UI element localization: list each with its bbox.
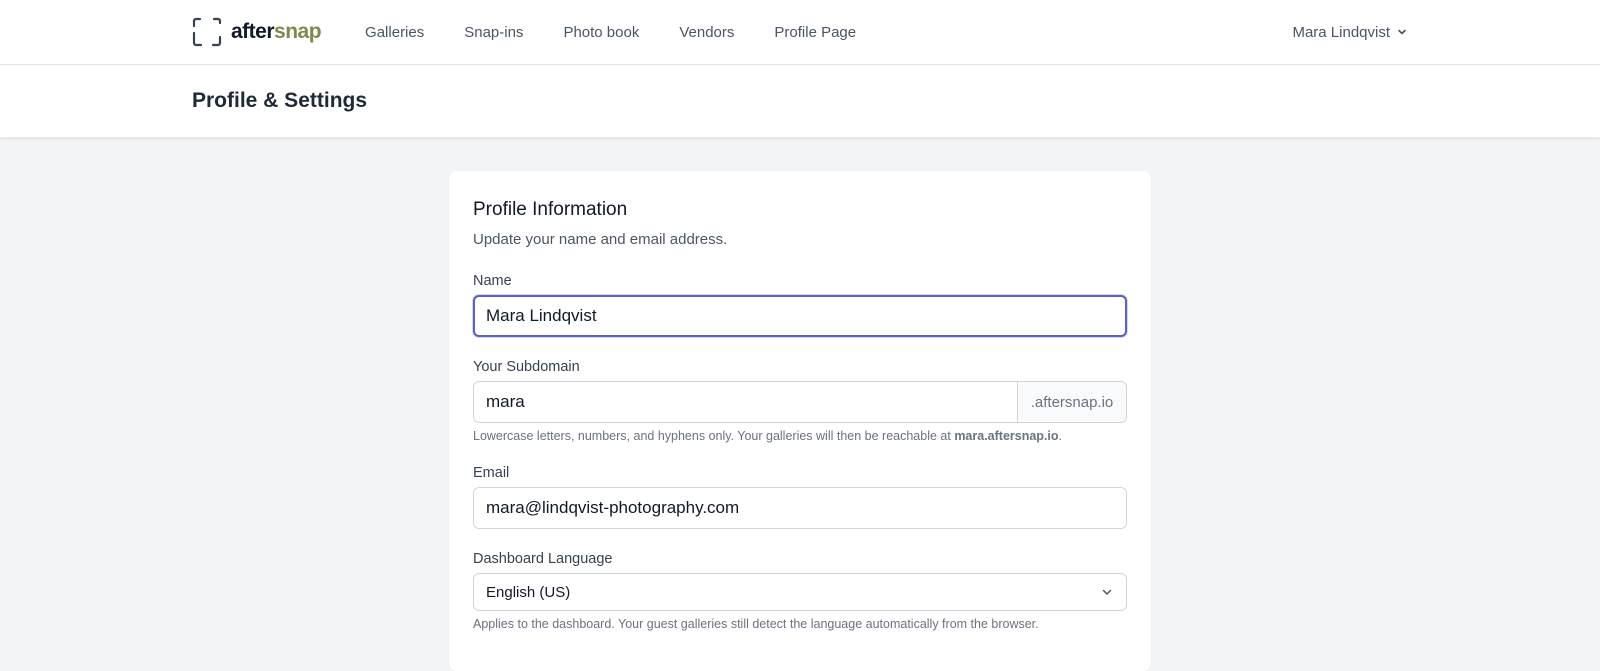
nav-link-vendors[interactable]: Vendors	[679, 24, 734, 41]
brand-logo[interactable]: aftersnap	[192, 17, 322, 47]
page-title: Profile & Settings	[192, 89, 368, 112]
name-label: Name	[473, 273, 512, 289]
language-select[interactable]: English (US)	[473, 573, 1127, 611]
nav-link-galleries[interactable]: Galleries	[365, 24, 424, 41]
nav-link-photo-book[interactable]: Photo book	[563, 24, 639, 41]
subdomain-help-domain: mara.aftersnap.io	[954, 429, 1059, 443]
subdomain-input-group: mara .aftersnap.io	[473, 381, 1127, 423]
name-input[interactable]: Mara Lindqvist	[473, 295, 1127, 337]
section-title: Profile Information	[473, 199, 628, 220]
name-field-group: Name Mara Lindqvist	[473, 273, 1127, 337]
email-label: Email	[473, 465, 510, 481]
brand-name: aftersnap	[231, 20, 322, 43]
subdomain-input-value: mara	[486, 392, 525, 411]
profile-information-card: Profile Information Update your name and…	[449, 171, 1151, 671]
user-name: Mara Lindqvist	[1292, 23, 1390, 41]
email-input[interactable]: mara@lindqvist-photography.com	[473, 487, 1127, 529]
subdomain-field-group: Your Subdomain mara .aftersnap.io Lowerc…	[473, 359, 1127, 443]
nav-link-snap-ins[interactable]: Snap-ins	[464, 24, 523, 41]
subdomain-suffix: .aftersnap.io	[1018, 381, 1127, 423]
language-label: Dashboard Language	[473, 551, 613, 567]
user-menu-button[interactable]: Mara Lindqvist	[1292, 24, 1408, 41]
subdomain-label: Your Subdomain	[473, 359, 580, 375]
chevron-down-icon	[1102, 589, 1112, 595]
name-input-value: Mara Lindqvist	[486, 306, 597, 325]
section-description: Update your name and email address.	[473, 231, 728, 248]
viewfinder-icon	[192, 17, 222, 47]
language-select-value: English (US)	[486, 583, 571, 601]
subdomain-help-text: Lowercase letters, numbers, and hyphens …	[473, 429, 1063, 443]
page-header: Profile & Settings	[0, 65, 1600, 138]
nav-link-profile-page[interactable]: Profile Page	[774, 24, 856, 41]
chevron-down-icon	[1398, 29, 1406, 35]
top-navigation: aftersnap Galleries Snap-ins Photo book …	[0, 0, 1600, 65]
language-help-text: Applies to the dashboard. Your guest gal…	[473, 617, 1039, 631]
language-field-group: Dashboard Language English (US) Applies …	[473, 551, 1127, 631]
email-field-group: Email mara@lindqvist-photography.com	[473, 465, 1127, 529]
email-input-value: mara@lindqvist-photography.com	[486, 498, 740, 517]
subdomain-input[interactable]: mara	[473, 381, 1018, 423]
main-nav: Galleries Snap-ins Photo book Vendors Pr…	[365, 24, 896, 41]
